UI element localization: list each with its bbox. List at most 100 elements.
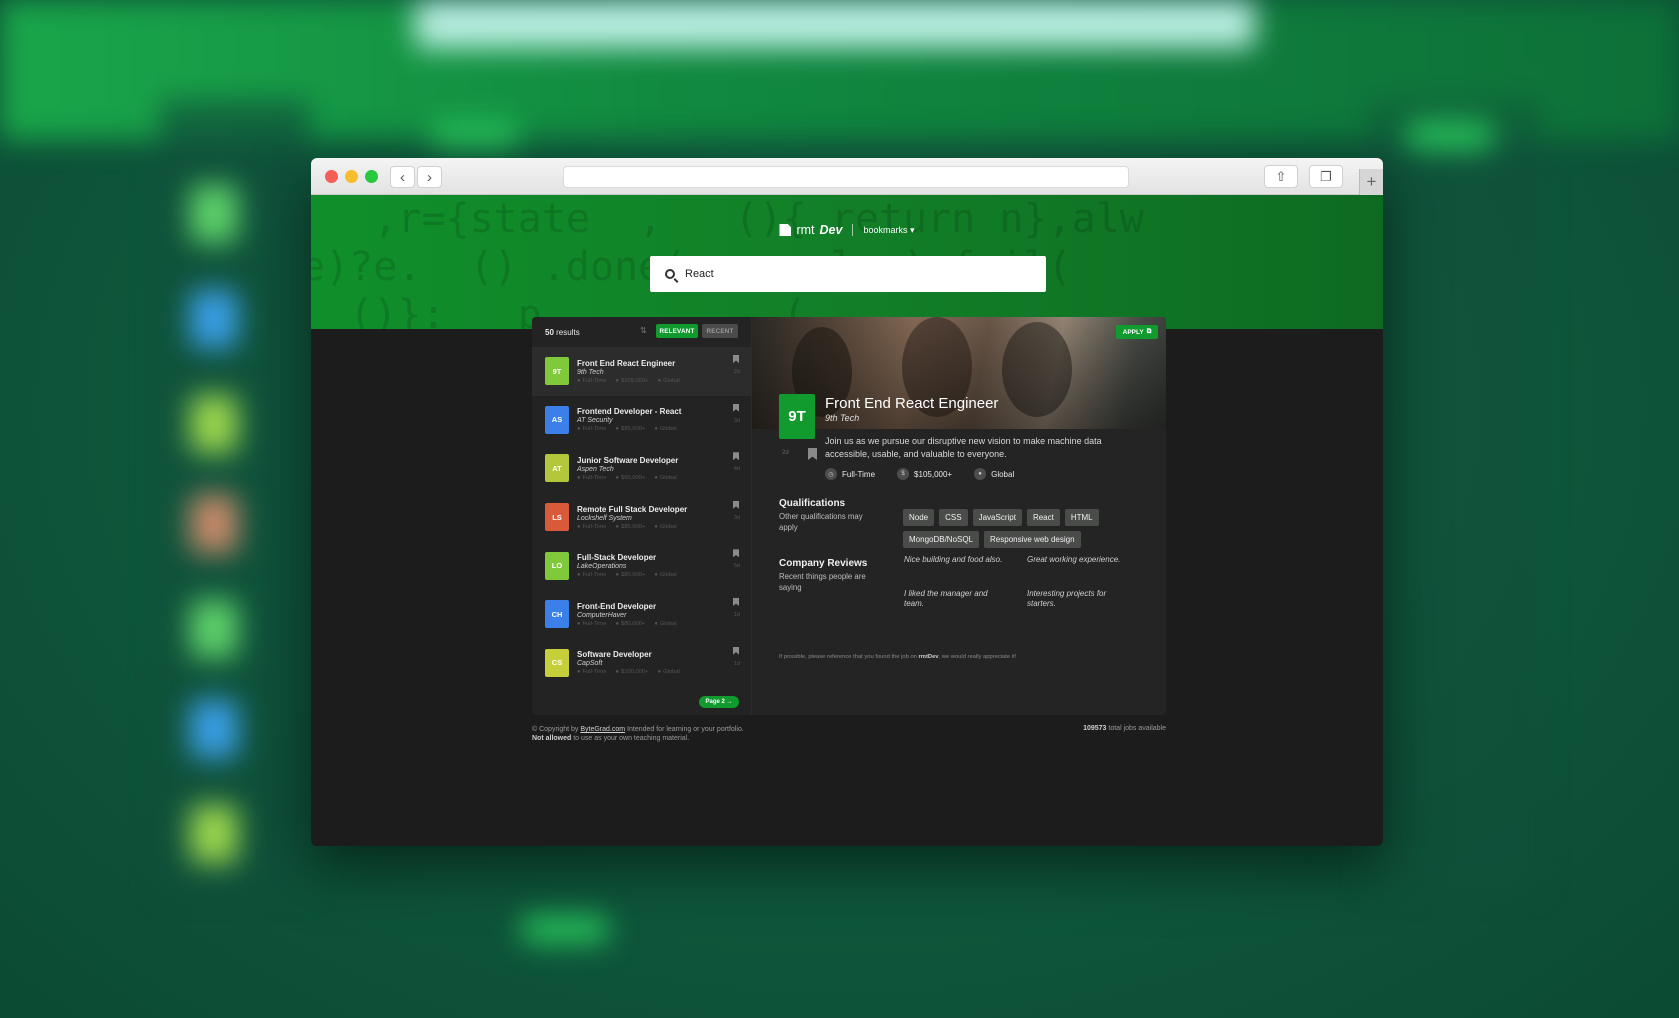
address-bar[interactable] xyxy=(563,166,1129,188)
job-meta: Full-Time $105,000+ Global xyxy=(577,378,680,384)
reviews-title: Company Reviews xyxy=(779,558,868,569)
job-meta: Full-Time $85,000+ Global xyxy=(577,426,681,432)
bookmark-icon[interactable] xyxy=(733,403,739,412)
bookmark-icon[interactable] xyxy=(733,452,739,461)
job-location: Global xyxy=(654,475,677,481)
job-location: Global xyxy=(991,469,1015,479)
company-name: CapSoft xyxy=(577,660,603,668)
bookmark-icon[interactable] xyxy=(733,355,739,363)
bookmark-icon[interactable] xyxy=(733,646,739,655)
app-header: ,r={state , (){ return n},alw e)?e. () .… xyxy=(311,195,1383,329)
location-icon: ● xyxy=(974,468,987,480)
back-button[interactable]: ‹ xyxy=(390,166,415,188)
job-title: Frontend Developer - React xyxy=(577,407,682,417)
company-name: LakeOperations xyxy=(577,563,627,571)
clock-icon: ◷ xyxy=(825,468,837,480)
job-meta: ◷ Full-Time $ $105,000+ ● Global xyxy=(825,468,1014,480)
qualification-tag: CSS xyxy=(939,509,968,526)
sort-recent-button[interactable]: RECENT xyxy=(702,324,738,338)
new-tab-button[interactable]: + xyxy=(1359,169,1383,195)
company-badge: 9T xyxy=(779,394,815,439)
job-type: Full-Time xyxy=(577,426,607,432)
job-list-item[interactable]: CH Front-End Developer ComputerHaver Ful… xyxy=(532,590,751,639)
job-type: Full-Time xyxy=(577,524,607,530)
review-item: Great working experience. xyxy=(1027,555,1121,564)
bookmark-icon[interactable] xyxy=(733,549,739,558)
job-age: 2d xyxy=(782,450,789,456)
qualification-tag: JavaScript xyxy=(972,509,1022,526)
job-title: Junior Software Developer xyxy=(577,455,679,465)
job-age: 1d xyxy=(733,611,740,618)
job-list-item[interactable]: LS Remote Full Stack Developer Lockshelf… xyxy=(532,493,751,542)
bytegrad-link[interactable]: ByteGrad.com xyxy=(580,726,625,733)
maximize-window-button[interactable] xyxy=(365,170,378,183)
logo-text-bold: Dev xyxy=(819,223,843,237)
job-list-item[interactable]: 9T Front End React Engineer 9th Tech Ful… xyxy=(532,347,751,396)
plus-icon: + xyxy=(1366,172,1377,191)
money-icon: $ xyxy=(897,468,910,480)
job-list-item[interactable]: LO Full-Stack Developer LakeOperations F… xyxy=(532,541,751,590)
bookmark-icon[interactable] xyxy=(733,500,739,509)
job-type: Full-Time xyxy=(577,378,607,384)
qualifications-tags: Node CSS JavaScript React HTML MongoDB/NoSQL R… xyxy=(903,509,1123,548)
logo-icon xyxy=(779,224,792,236)
job-type: Full-Time xyxy=(577,669,607,675)
job-salary: $100,000+ xyxy=(615,669,649,675)
job-location: Global xyxy=(654,572,677,578)
chevron-right-icon: › xyxy=(427,168,432,186)
review-item: Interesting projects for starters. xyxy=(1027,589,1107,608)
job-list-item[interactable]: CS Software Developer CapSoft Full-Time … xyxy=(532,639,751,688)
bookmark-icon[interactable] xyxy=(808,448,817,460)
tab-overview-button[interactable]: ❐ xyxy=(1309,165,1343,188)
job-location: Global xyxy=(658,669,680,675)
sort-relevant-button[interactable]: RELEVANT xyxy=(656,324,698,338)
job-title: Software Developer xyxy=(577,650,652,660)
job-salary: $80,000+ xyxy=(615,572,645,578)
chevron-left-icon: ‹ xyxy=(400,168,405,186)
footer-total-jobs: 109573 total jobs available xyxy=(1083,725,1166,732)
job-salary: $80,000+ xyxy=(615,621,645,627)
logo-divider xyxy=(852,224,854,236)
external-link-icon: ⧉ xyxy=(1146,328,1152,335)
minimize-window-button[interactable] xyxy=(345,170,358,183)
forward-button[interactable]: › xyxy=(417,166,442,188)
job-title: Remote Full Stack Developer xyxy=(577,504,688,514)
job-detail: APPLY ⧉ 9T 2d Front End React Engineer 9t… xyxy=(752,317,1166,715)
job-salary: $105,000+ xyxy=(615,378,649,384)
job-salary: $85,000+ xyxy=(615,426,645,432)
sort-icon: ⇅ xyxy=(640,326,647,335)
job-meta: Full-Time $80,000+ Global xyxy=(577,621,677,627)
main-container: 50 results ⇅ RELEVANT RECENT 9T Front En… xyxy=(532,317,1166,715)
company-badge: LS xyxy=(545,503,569,532)
logo-text: rmt xyxy=(796,223,815,237)
next-page-button[interactable]: Page 2 → xyxy=(699,696,739,708)
qualifications-title: Qualifications xyxy=(779,498,846,509)
close-window-button[interactable] xyxy=(325,170,338,183)
bookmarks-button[interactable]: bookmarks ▾ xyxy=(863,225,914,236)
job-age: 2d xyxy=(733,369,740,375)
company-badge: 9T xyxy=(545,357,569,386)
share-icon: ⇧ xyxy=(1275,168,1287,184)
job-location: Global xyxy=(654,524,677,530)
job-salary: $60,000+ xyxy=(615,475,645,481)
company-badge: AT xyxy=(545,454,569,483)
review-item: I liked the manager and team. xyxy=(904,589,988,608)
qualification-tag: React xyxy=(1026,509,1060,526)
job-title: Front End React Engineer xyxy=(825,395,999,412)
job-list-item[interactable]: AT Junior Software Developer Aspen Tech … xyxy=(532,444,751,493)
apply-button[interactable]: APPLY ⧉ xyxy=(1116,325,1158,339)
job-meta: Full-Time $60,000+ Global xyxy=(577,475,678,481)
job-list-item[interactable]: AS Frontend Developer - React AT Securit… xyxy=(532,396,751,445)
job-meta: Full-Time $100,000+ Global xyxy=(577,669,680,675)
share-button[interactable]: ⇧ xyxy=(1264,165,1298,188)
job-age: 3d xyxy=(733,417,740,424)
app-logo[interactable]: rmt Dev xyxy=(779,223,842,237)
company-badge: AS xyxy=(545,405,569,434)
qualification-tag: MongoDB/NoSQL xyxy=(903,531,980,548)
job-type: Full-Time xyxy=(577,475,607,481)
search-input[interactable] xyxy=(685,268,1015,280)
company-badge: CS xyxy=(545,648,569,677)
job-location: Global xyxy=(658,378,680,384)
bookmark-icon[interactable] xyxy=(733,597,739,606)
job-age: 5d xyxy=(733,563,740,570)
